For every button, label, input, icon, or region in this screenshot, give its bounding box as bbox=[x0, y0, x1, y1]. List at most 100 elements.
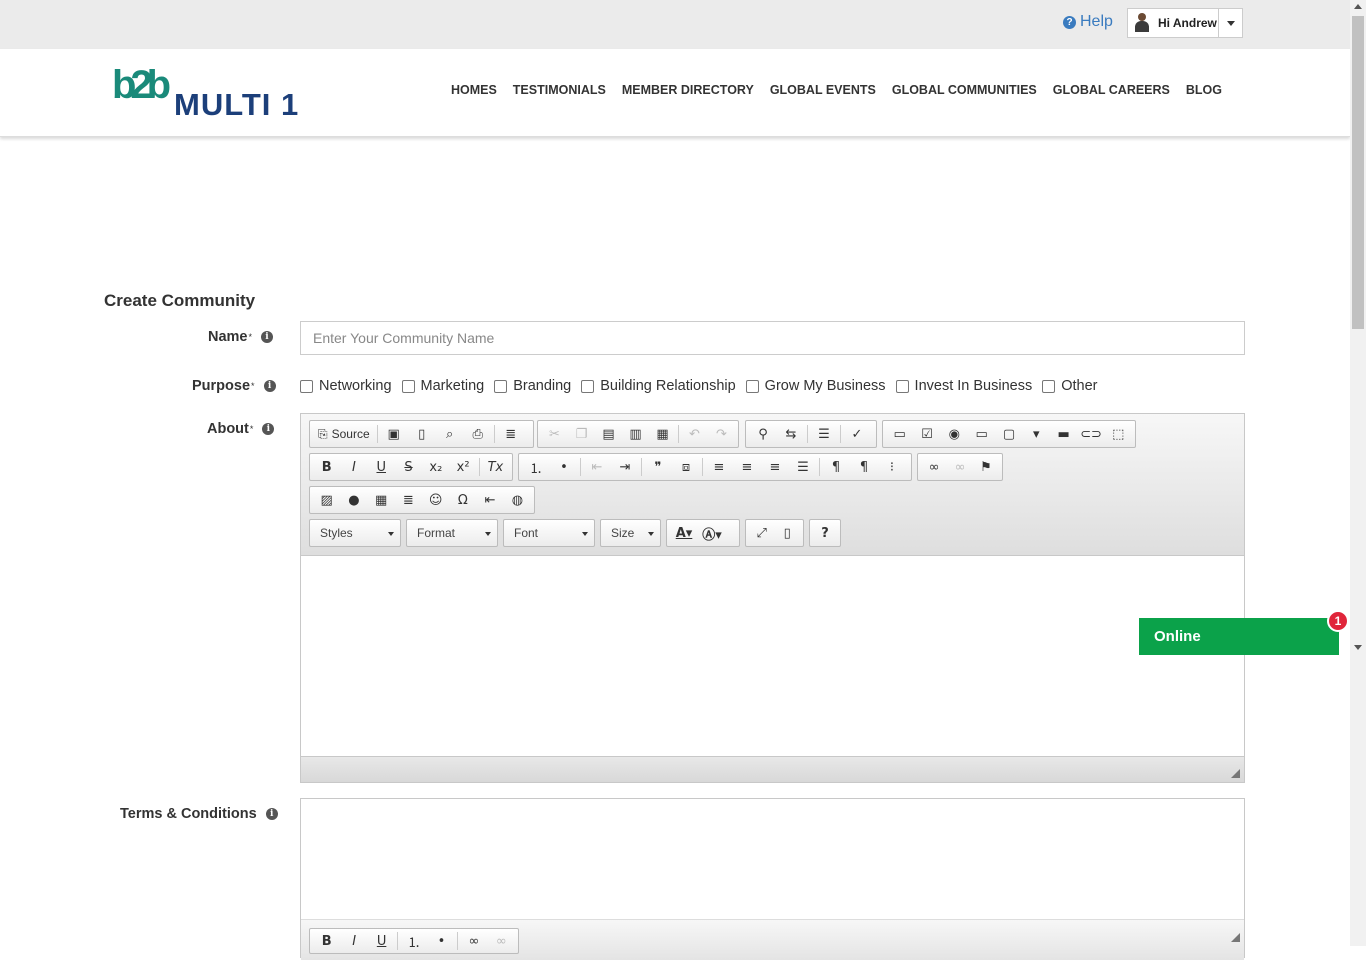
styles-dropdown[interactable]: Styles bbox=[309, 519, 401, 547]
page-break-icon[interactable]: ⇤ bbox=[477, 489, 504, 511]
purpose-networking[interactable]: Networking bbox=[300, 378, 392, 394]
font-dropdown[interactable]: Font bbox=[503, 519, 595, 547]
about-editor-content[interactable] bbox=[301, 556, 1244, 756]
checkbox[interactable] bbox=[1042, 379, 1056, 393]
special-char-icon[interactable]: Ω bbox=[449, 489, 476, 511]
info-icon[interactable]: i bbox=[262, 423, 275, 435]
templates-icon[interactable]: ≣ bbox=[497, 423, 525, 445]
copy-icon[interactable]: ❐ bbox=[568, 423, 595, 445]
nav-item-global-events[interactable]: GLOBAL EVENTS bbox=[770, 83, 876, 97]
cut-icon[interactable]: ✂ bbox=[541, 423, 568, 445]
text-color-icon[interactable]: A▾ bbox=[670, 522, 698, 544]
purpose-branding[interactable]: Branding bbox=[494, 378, 571, 394]
purpose-other[interactable]: Other bbox=[1042, 378, 1097, 394]
resize-handle-icon[interactable] bbox=[1231, 933, 1240, 942]
unlink-icon[interactable]: ∞ bbox=[488, 930, 515, 952]
table-icon[interactable]: ▦ bbox=[368, 489, 395, 511]
checkbox[interactable] bbox=[745, 379, 759, 393]
iframe-globe-icon[interactable]: ◍ bbox=[504, 489, 531, 511]
hidden-field-icon[interactable]: ⬚ bbox=[1105, 423, 1132, 445]
new-page-icon[interactable]: ▯ bbox=[408, 423, 436, 445]
checkbox[interactable] bbox=[494, 379, 508, 393]
align-right-icon[interactable]: ≡ bbox=[761, 456, 789, 478]
size-dropdown[interactable]: Size bbox=[600, 519, 661, 547]
checkbox[interactable] bbox=[895, 379, 909, 393]
source-button[interactable]: ⎘ Source bbox=[313, 423, 375, 445]
unlink-icon[interactable]: ∞ bbox=[947, 456, 973, 478]
user-menu-button[interactable]: Hi Andrew bbox=[1127, 8, 1243, 38]
underline-icon[interactable]: U bbox=[368, 456, 395, 478]
image-icon[interactable]: ▨ bbox=[313, 489, 340, 511]
flash-icon[interactable]: ● bbox=[340, 489, 367, 511]
smiley-icon[interactable]: ☺ bbox=[422, 489, 449, 511]
maximize-icon[interactable]: ⤢ bbox=[749, 522, 775, 544]
checkbox[interactable] bbox=[300, 379, 313, 393]
radio-icon[interactable]: ◉ bbox=[941, 423, 968, 445]
purpose-marketing[interactable]: Marketing bbox=[401, 378, 484, 394]
resize-handle-icon[interactable] bbox=[1231, 769, 1240, 778]
find-icon[interactable]: ⚲ bbox=[749, 423, 777, 445]
numbered-list-icon[interactable]: ⒈ bbox=[400, 930, 427, 952]
purpose-building-relationship[interactable]: Building Relationship bbox=[581, 378, 736, 394]
show-blocks-icon[interactable]: ▯ bbox=[775, 522, 801, 544]
nav-item-member-directory[interactable]: MEMBER DIRECTORY bbox=[622, 83, 754, 97]
outdent-icon[interactable]: ⇤ bbox=[583, 456, 611, 478]
checkbox[interactable] bbox=[581, 379, 595, 393]
numbered-list-icon[interactable]: ⒈ bbox=[522, 456, 550, 478]
chevron-down-icon[interactable] bbox=[1218, 9, 1242, 37]
image-button-icon[interactable]: ⊂⊃ bbox=[1077, 423, 1104, 445]
select-all-icon[interactable]: ☰ bbox=[810, 423, 838, 445]
bulleted-list-icon[interactable]: • bbox=[550, 456, 578, 478]
button-icon[interactable]: ▬ bbox=[1050, 423, 1077, 445]
subscript-icon[interactable]: x₂ bbox=[422, 456, 449, 478]
superscript-icon[interactable]: x² bbox=[449, 456, 476, 478]
terms-editor-content[interactable] bbox=[301, 799, 1244, 920]
checkbox[interactable] bbox=[401, 379, 415, 393]
purpose-grow-my-business[interactable]: Grow My Business bbox=[745, 378, 886, 394]
page-scrollbar[interactable] bbox=[1350, 0, 1366, 946]
indent-icon[interactable]: ⇥ bbox=[611, 456, 639, 478]
nav-item-homes[interactable]: HOMES bbox=[451, 83, 497, 97]
info-icon[interactable]: i bbox=[261, 331, 274, 343]
underline-icon[interactable]: U bbox=[368, 930, 395, 952]
bold-icon[interactable]: B bbox=[313, 930, 340, 952]
textarea-icon[interactable]: ▢ bbox=[995, 423, 1022, 445]
strike-icon[interactable]: S bbox=[395, 456, 422, 478]
format-dropdown[interactable]: Format bbox=[406, 519, 498, 547]
print-icon[interactable]: ⎙ bbox=[464, 423, 492, 445]
align-left-icon[interactable]: ≡ bbox=[705, 456, 733, 478]
nav-item-global-careers[interactable]: GLOBAL CAREERS bbox=[1053, 83, 1170, 97]
undo-icon[interactable]: ↶ bbox=[681, 423, 708, 445]
link-icon[interactable]: ∞ bbox=[921, 456, 947, 478]
paste-word-icon[interactable]: ▦ bbox=[649, 423, 676, 445]
link-icon[interactable]: ∞ bbox=[460, 930, 487, 952]
paste-icon[interactable]: ▤ bbox=[595, 423, 622, 445]
justify-icon[interactable]: ☰ bbox=[789, 456, 817, 478]
nav-item-blog[interactable]: BLOG bbox=[1186, 83, 1222, 97]
info-icon[interactable]: i bbox=[263, 380, 276, 392]
checkbox-icon[interactable]: ☑ bbox=[913, 423, 940, 445]
blockquote-icon[interactable]: ❞ bbox=[644, 456, 672, 478]
select-icon[interactable]: ▾ bbox=[1023, 423, 1050, 445]
online-chat-widget[interactable]: Online bbox=[1139, 618, 1339, 655]
spellcheck-icon[interactable]: ✓ bbox=[843, 423, 871, 445]
redo-icon[interactable]: ↷ bbox=[708, 423, 735, 445]
background-color-icon[interactable]: Ⓐ▾ bbox=[698, 522, 726, 544]
language-icon[interactable]: ⁝ bbox=[878, 456, 906, 478]
bulleted-list-icon[interactable]: • bbox=[428, 930, 455, 952]
nav-item-testimonials[interactable]: TESTIMONIALS bbox=[513, 83, 606, 97]
rtl-icon[interactable]: ¶ bbox=[850, 456, 878, 478]
italic-icon[interactable]: I bbox=[340, 456, 367, 478]
brand-logo[interactable]: b2b MULTI 1 bbox=[112, 63, 312, 122]
form-icon[interactable]: ▭ bbox=[886, 423, 913, 445]
div-icon[interactable]: ⧈ bbox=[672, 456, 700, 478]
info-icon[interactable]: i bbox=[265, 808, 278, 820]
purpose-invest-in-business[interactable]: Invest In Business bbox=[895, 378, 1032, 394]
scroll-down-arrow-icon[interactable] bbox=[1354, 645, 1362, 650]
ltr-icon[interactable]: ¶ bbox=[822, 456, 850, 478]
horizontal-rule-icon[interactable]: ≣ bbox=[395, 489, 422, 511]
replace-icon[interactable]: ⇆ bbox=[777, 423, 805, 445]
save-icon[interactable]: ▣ bbox=[380, 423, 408, 445]
scroll-up-arrow-icon[interactable] bbox=[1354, 4, 1362, 9]
textfield-icon[interactable]: ▭ bbox=[968, 423, 995, 445]
